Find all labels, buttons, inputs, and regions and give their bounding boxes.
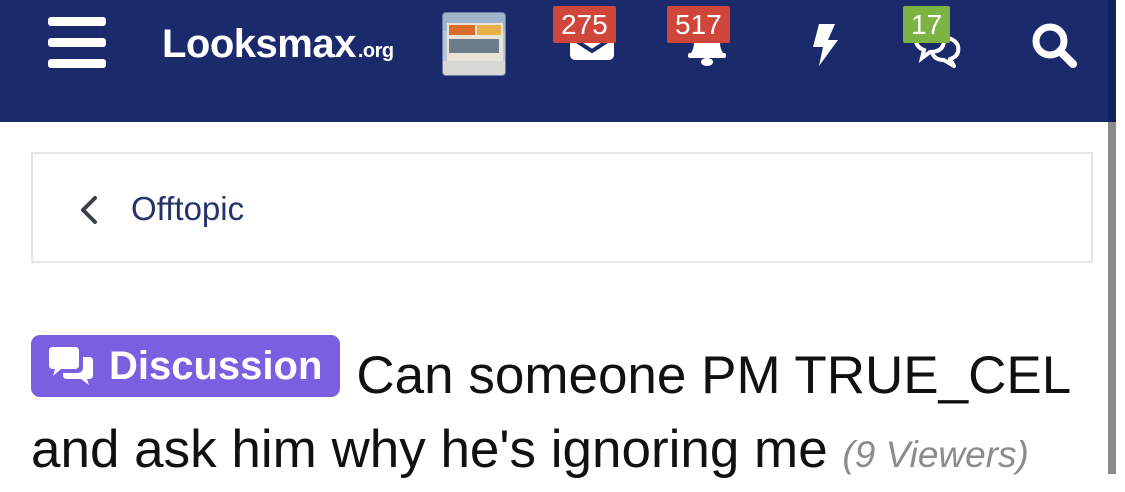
avatar-image	[443, 13, 505, 75]
breadcrumb-link[interactable]: Offtopic	[131, 190, 244, 228]
whats-new-button[interactable]	[798, 20, 854, 76]
menu-icon[interactable]	[48, 17, 108, 69]
scrollbar-track-top	[1108, 0, 1116, 122]
search-button[interactable]	[1028, 20, 1084, 76]
page-edge	[1116, 0, 1125, 474]
chevron-left-icon	[81, 196, 97, 224]
search-icon	[1032, 23, 1077, 68]
thread-prefix-label: Discussion	[109, 344, 323, 388]
logo-text: Looksmax	[162, 22, 356, 66]
site-logo[interactable]: Looksmax .org	[162, 22, 394, 67]
breadcrumb[interactable]: Offtopic	[31, 152, 1093, 263]
thread-prefix-badge[interactable]: Discussion	[31, 335, 341, 397]
thread-title-block: Discussion Can someone PM TRUE_CEL and a…	[31, 335, 1101, 492]
viewer-count[interactable]: (9 Viewers)	[842, 434, 1028, 475]
alerts-badge: 517	[667, 6, 730, 43]
activity-badge: 17	[903, 6, 951, 43]
avatar[interactable]	[442, 12, 506, 76]
bolt-icon	[813, 24, 838, 66]
logo-tld: .org	[357, 40, 394, 62]
discussion-icon	[49, 347, 93, 385]
conversations-badge: 275	[553, 6, 616, 43]
